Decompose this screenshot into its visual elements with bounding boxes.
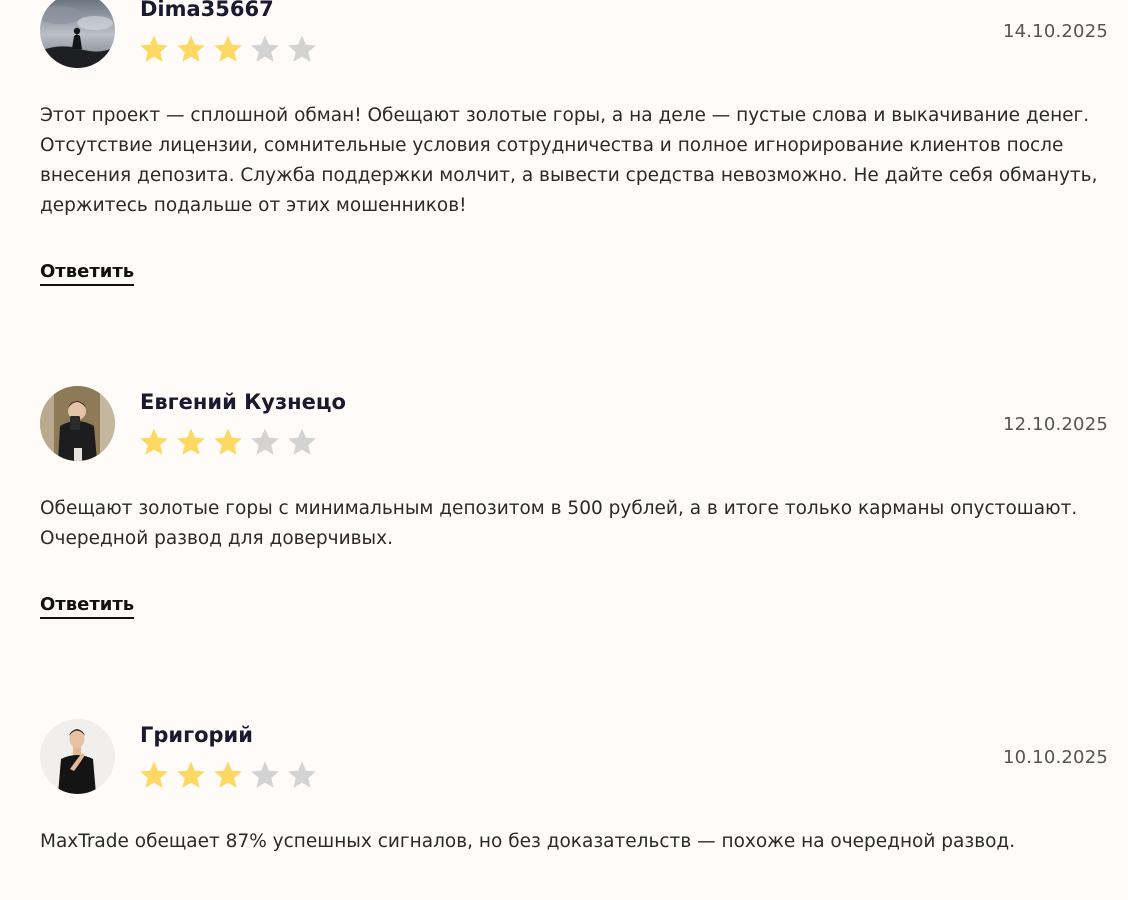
reviews-list: Dima35667 14.10.2025 Этот проект — сплош… — [0, 0, 1128, 900]
avatar — [40, 386, 115, 461]
author-name: Евгений Кузнецо — [140, 390, 346, 414]
review-date: 14.10.2025 — [1002, 21, 1108, 42]
avatar — [40, 719, 115, 794]
star-empty-icon — [251, 35, 279, 62]
star-filled-icon — [140, 761, 168, 788]
star-empty-icon — [288, 35, 316, 62]
rating-stars — [138, 33, 318, 67]
avatar-photo-silhouette-sky — [40, 0, 115, 68]
star-empty-icon — [288, 761, 316, 788]
rating-stars — [138, 426, 318, 460]
star-filled-icon — [140, 35, 168, 62]
review-text: MaxTrade обещает 87% успешных сигналов, … — [40, 831, 1016, 852]
author-name: Григорий — [140, 723, 253, 747]
review-date: 10.10.2025 — [1002, 747, 1108, 768]
avatar-photo-man-black-shirt — [40, 719, 115, 794]
reply-link[interactable]: Ответить — [40, 261, 135, 286]
star-filled-icon — [177, 428, 205, 455]
star-filled-icon — [214, 428, 242, 455]
star-empty-icon — [251, 428, 279, 455]
author-name: Dima35667 — [140, 0, 274, 21]
review-text: Обещают золотые горы с минимальным депоз… — [40, 498, 1078, 549]
avatar-photo-mirror-selfie — [40, 386, 115, 461]
review-text: Этот проект — сплошной обман! Обещают зо… — [40, 105, 1098, 216]
review-date: 12.10.2025 — [1002, 414, 1108, 435]
reply-link[interactable]: Ответить — [40, 594, 135, 619]
star-filled-icon — [214, 761, 242, 788]
star-filled-icon — [140, 428, 168, 455]
avatar — [40, 0, 115, 68]
star-filled-icon — [177, 761, 205, 788]
star-filled-icon — [177, 35, 205, 62]
star-empty-icon — [288, 428, 316, 455]
star-empty-icon — [251, 761, 279, 788]
rating-stars — [138, 759, 318, 793]
star-filled-icon — [214, 35, 242, 62]
